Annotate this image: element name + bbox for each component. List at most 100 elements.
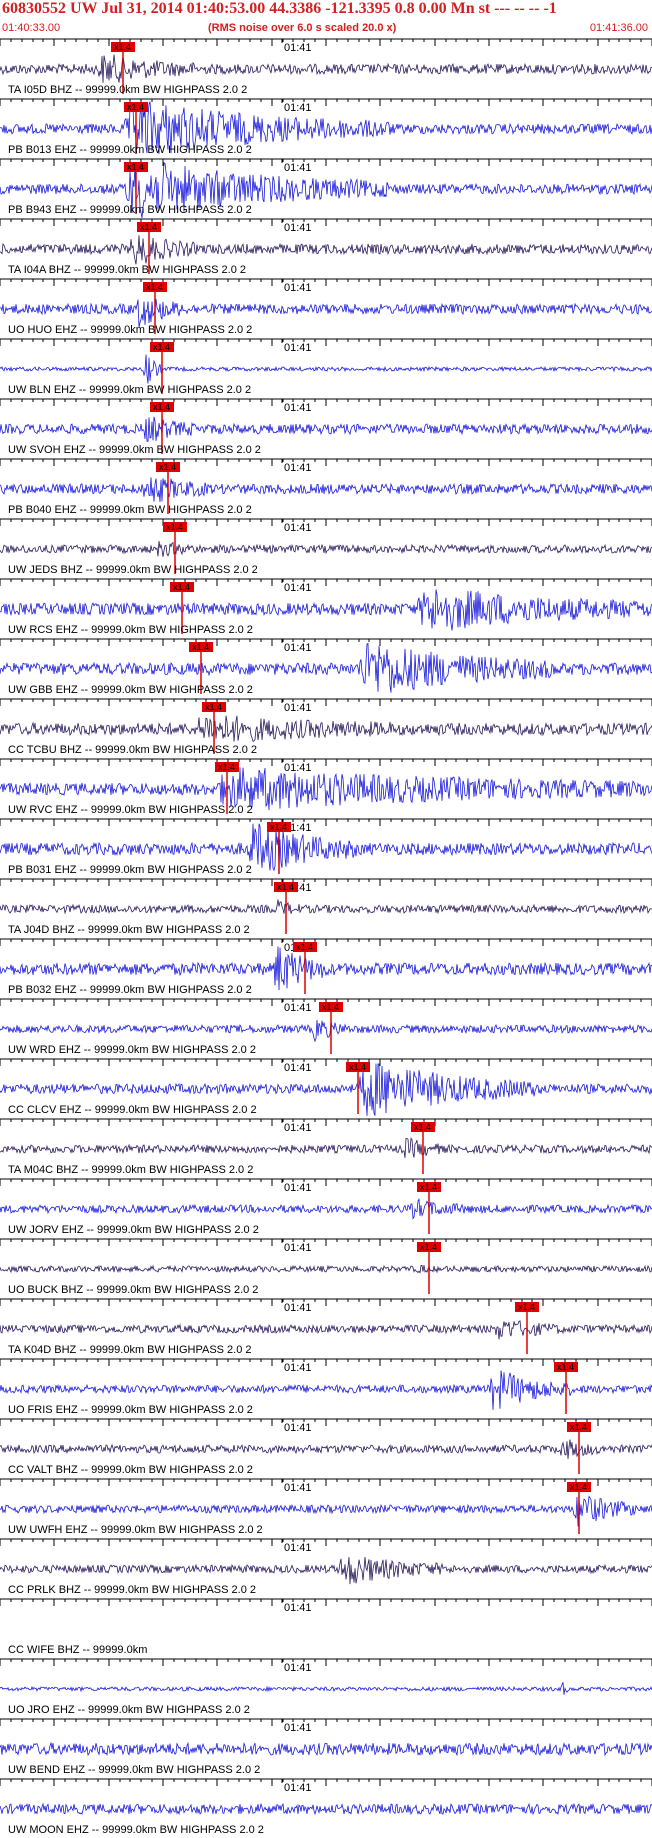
end-time: 01:41:36.00 [589, 22, 648, 34]
trace-row: 01:41 x1.4 UO FRIS EHZ -- 99999.0km BW HIG… [0, 1358, 652, 1416]
time-tick-label: 01:41 [284, 1482, 312, 1494]
trace-row: 01:41 CC WIFE BHZ -- 99999.0km [0, 1598, 652, 1656]
time-tick-label: 01:41 [284, 1362, 312, 1374]
station-label: TA K04D BHZ -- 99999.0km BW HIGHPASS 2.0… [8, 1344, 252, 1356]
waveform [0, 1320, 652, 1340]
trace-row: 01:41 x1.4 TA M04C BHZ -- 99999.0km BW HIG… [0, 1118, 652, 1176]
time-tick-label: 01:41 [284, 1002, 312, 1014]
pick-label: x1.4 [420, 1182, 437, 1192]
trace-row: 01:41 x1.4 UW RVC EHZ -- 99999.0km BW HIGH… [0, 758, 652, 816]
time-tick-label: 01:41 [284, 1122, 312, 1134]
station-label: UW GBB EHZ -- 99999.0km BW HIGHPASS 2.0 … [8, 684, 253, 696]
station-label: PB B031 EHZ -- 99999.0km BW HIGHPASS 2.0… [8, 864, 252, 876]
waveform [0, 1495, 652, 1527]
station-label: UO JRO EHZ -- 99999.0km BW HIGHPASS 2.0 … [8, 1704, 250, 1716]
rms-subtitle: (RMS noise over 6.0 s scaled 20.0 x) [208, 22, 397, 34]
trace-row: 01:41 UW BEND EHZ -- 99999.0km BW HIGHPAS… [0, 1718, 652, 1776]
pick-label: x1.4 [518, 1302, 535, 1312]
time-tick-label: 01:41 [284, 1242, 312, 1254]
trace-row: 01:41 x1.4 UO HUO EHZ -- 99999.0km BW HIGH… [0, 278, 652, 336]
time-tick-label: 01:41 [284, 162, 312, 174]
trace-row: 01:41 x1.4 UW JORV EHZ -- 99999.0km BW HIG… [0, 1178, 652, 1236]
station-label: TA M04C BHZ -- 99999.0km BW HIGHPASS 2.0… [8, 1164, 253, 1176]
waveform [0, 1019, 652, 1043]
trace-row: 01:41 x1.4 UW SVOH EHZ -- 99999.0km BW HIG… [0, 398, 652, 456]
waveform [0, 1682, 652, 1695]
waveform [0, 54, 652, 83]
waveform [0, 416, 652, 442]
station-label: PB B040 EHZ -- 99999.0km BW HIGHPASS 2.0… [8, 504, 252, 516]
trace-row: 01:41 UO JRO EHZ -- 99999.0km BW HIGHPASS… [0, 1658, 652, 1716]
station-label: PB B032 EHZ -- 99999.0km BW HIGHPASS 2.0… [8, 984, 252, 996]
station-label: CC TCBU BHZ -- 99999.0km BW HIGHPASS 2.0… [8, 744, 257, 756]
pick-label: x1.4 [296, 942, 313, 952]
time-tick-label: 01:41 [284, 702, 312, 714]
pick-label: x1.4 [570, 1422, 587, 1432]
trace-row: 01:41 x1.4 PB B013 EHZ -- 99999.0km BW HIG… [0, 98, 652, 156]
pick-label: x1.4 [277, 882, 294, 892]
pick-label: x1.4 [159, 462, 176, 472]
station-label: UW SVOH EHZ -- 99999.0km BW HIGHPASS 2.0… [8, 444, 261, 456]
time-tick-label: 01:41 [284, 42, 312, 54]
time-tick-label: 01:41 [284, 522, 312, 534]
time-tick-label: 01:41 [284, 582, 312, 594]
waveform [0, 1556, 652, 1585]
pick-label: x1.4 [349, 1062, 366, 1072]
station-label: UW RVC EHZ -- 99999.0km BW HIGHPASS 2.0 … [8, 804, 253, 816]
trace-row: 01:41 x1.4 UW GBB EHZ -- 99999.0km BW HIGH… [0, 638, 652, 696]
time-tick-label: 01:41 [284, 1782, 312, 1794]
trace-row: 01:41 x1.4 CC TCBU BHZ -- 99999.0km BW HIG… [0, 698, 652, 756]
station-label: CC WIFE BHZ -- 99999.0km [8, 1644, 147, 1656]
waveform [0, 1802, 652, 1816]
trace-row: 01:41 x1.4 CC CLCV EHZ -- 99999.0km BW HIG… [0, 1058, 652, 1116]
pick-label: x1.4 [166, 522, 183, 532]
waveform [0, 354, 652, 384]
time-tick-label: 01:41 [284, 102, 312, 114]
station-label: UW RCS EHZ -- 99999.0km BW HIGHPASS 2.0 … [8, 624, 253, 636]
station-label: UW WRD EHZ -- 99999.0km BW HIGHPASS 2.0 … [8, 1044, 256, 1056]
pick-label: x1.4 [127, 162, 144, 172]
station-label: CC PRLK BHZ -- 99999.0km BW HIGHPASS 2.0… [8, 1584, 256, 1596]
header: 60830552 UW Jul 31, 2014 01:40:53.00 44.… [0, 0, 652, 38]
trace-row: 01:41x1.4PB B032 EHZ -- 99999.0km BW HIG… [0, 938, 652, 996]
time-tick-label: 01:41 [284, 1062, 312, 1074]
pick-label: x1.4 [114, 42, 131, 52]
pick-label: x1.4 [570, 1482, 587, 1492]
pick-label: x1.4 [146, 282, 163, 292]
time-tick-label: 01:41 [284, 1302, 312, 1314]
station-label: UW MOON EHZ -- 99999.0km BW HIGHPASS 2.0… [8, 1824, 264, 1836]
trace-row: 01:41 x1.4 PB B040 EHZ -- 99999.0km BW HIG… [0, 458, 652, 516]
station-label: UW JORV EHZ -- 99999.0km BW HIGHPASS 2.0… [8, 1224, 259, 1236]
trace-row: 01:41 x1.4 TA I04A BHZ -- 99999.0km BW HIG… [0, 218, 652, 276]
time-tick-label: 01:41 [284, 282, 312, 294]
station-label: CC VALT BHZ -- 99999.0km BW HIGHPASS 2.0… [8, 1464, 253, 1476]
time-tick-label: 01:41 [284, 402, 312, 414]
waveform [0, 1137, 652, 1158]
time-tick-label: 01:41 [284, 1602, 312, 1614]
waveform [0, 1439, 652, 1460]
trace-row: 01:41 x1.4 UW WRD EHZ -- 99999.0km BW HIGH… [0, 998, 652, 1056]
pick-label: x1.4 [557, 1362, 574, 1372]
time-tick-label: 01:41 [284, 342, 312, 354]
waveform [0, 1198, 652, 1220]
time-tick-label: 01:41 [284, 1542, 312, 1554]
trace-row: 01:41 CC PRLK BHZ -- 99999.0km BW HIGHPAS… [0, 1538, 652, 1596]
trace-row: 01:41x1.4TA J04D BHZ -- 99999.0km BW HIG… [0, 878, 652, 936]
trace-row: 01:41 x1.4 UW RCS EHZ -- 99999.0km BW HIGH… [0, 578, 652, 636]
time-tick-label: 01:41 [284, 222, 312, 234]
pick-label: x1.4 [205, 702, 222, 712]
pick-label: x1.4 [322, 1002, 339, 1012]
station-label: UO HUO EHZ -- 99999.0km BW HIGHPASS 2.0 … [8, 324, 252, 336]
seismogram-panel: 01:41 x1.4 TA I05D BHZ -- 99999.0km BW HIG… [0, 38, 652, 1836]
trace-row: 01:41 x1.4 PB B943 EHZ -- 99999.0km BW HIG… [0, 158, 652, 218]
trace-row: 01:41 x1.4 TA I05D BHZ -- 99999.0km BW HIG… [0, 38, 652, 96]
waveform [0, 1741, 652, 1757]
waveform [0, 541, 652, 557]
time-tick-label: 01:41 [284, 1722, 312, 1734]
waveform [0, 477, 652, 503]
trace-row: 01:41 x1.4 CC VALT BHZ -- 99999.0km BW HIG… [0, 1418, 652, 1476]
start-time: 01:40:33.00 [2, 22, 61, 34]
station-label: UW BLN EHZ -- 99999.0km BW HIGHPASS 2.0 … [8, 384, 251, 396]
station-label: TA J04D BHZ -- 99999.0km BW HIGHPASS 2.0… [8, 924, 250, 936]
station-label: TA I05D BHZ -- 99999.0km BW HIGHPASS 2.0… [8, 84, 247, 96]
